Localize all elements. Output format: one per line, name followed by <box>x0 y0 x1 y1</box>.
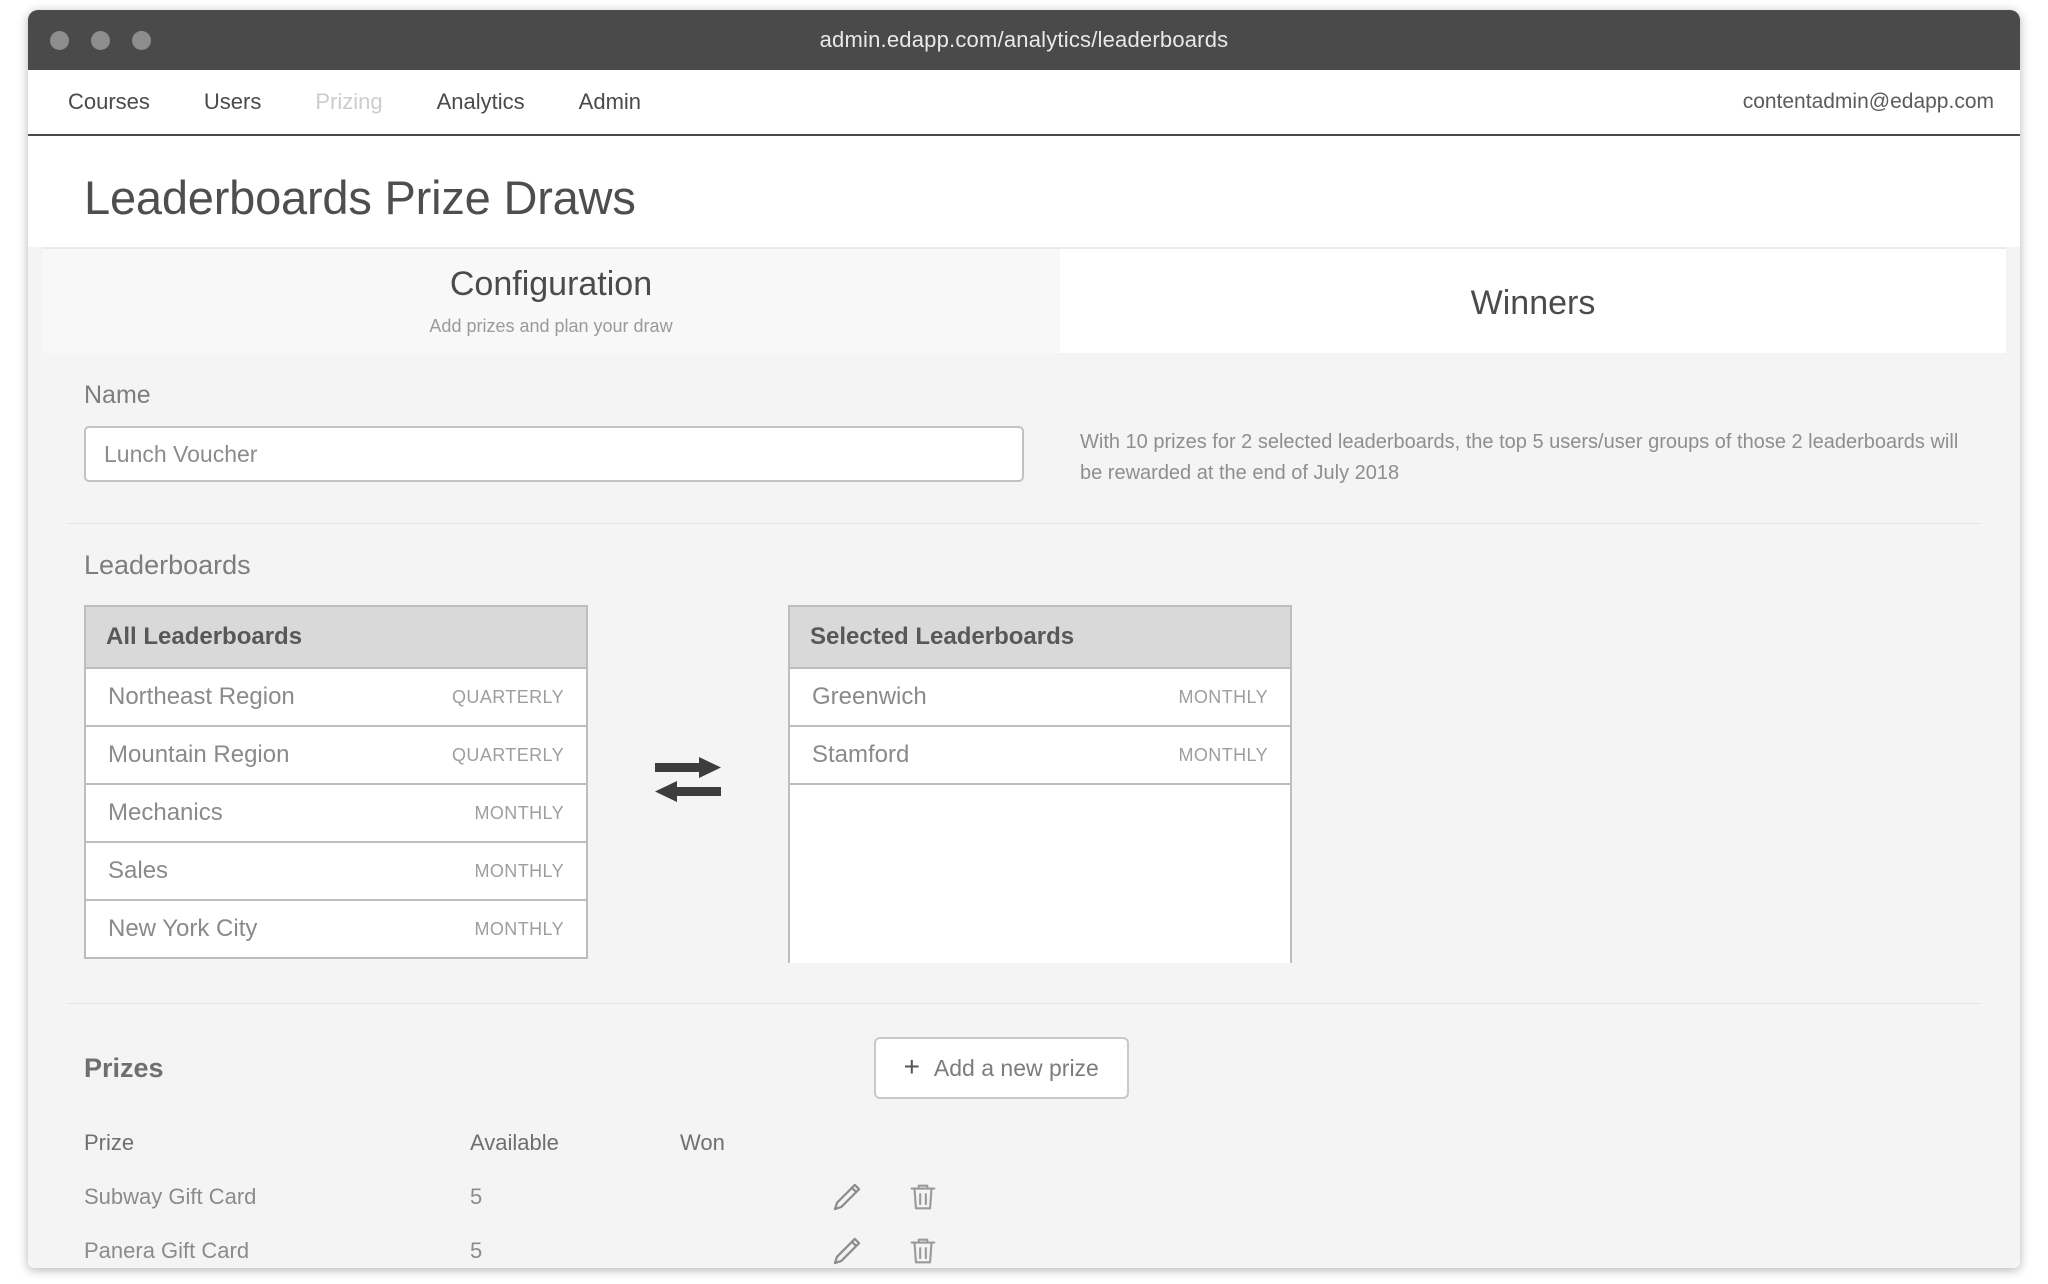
browser-title-bar: admin.edapp.com/analytics/leaderboards <box>28 10 2020 70</box>
prize-available: 5 <box>470 1184 483 1209</box>
prize-name: Subway Gift Card <box>84 1184 257 1209</box>
leaderboard-frequency: MONTHLY <box>1178 744 1268 765</box>
tab-configuration-label: Configuration <box>449 265 653 303</box>
close-button[interactable] <box>50 30 69 50</box>
nav-item-analytics[interactable]: Analytics <box>437 89 525 115</box>
all-leaderboards-header: All Leaderboards <box>86 607 586 667</box>
prizes-heading: Prizes <box>84 1052 164 1083</box>
prizes-header-row: Prizes + Add a new prize <box>84 1032 1964 1104</box>
nav-item-admin[interactable]: Admin <box>579 89 641 115</box>
tab-configuration-sublabel: Add prizes and plan your draw <box>429 316 673 336</box>
name-label: Name <box>84 381 151 409</box>
name-input[interactable] <box>84 426 1024 482</box>
window-controls <box>50 10 151 70</box>
leaderboard-frequency: QUARTERLY <box>452 686 564 707</box>
leaderboards-section: Leaderboards All Leaderboards Northeast … <box>42 524 2006 1003</box>
delete-icon[interactable] <box>906 1234 940 1268</box>
leaderboard-frequency: MONTHLY <box>1178 686 1268 707</box>
list-item[interactable]: Northeast Region QUARTERLY <box>86 667 586 725</box>
nav-links: Courses Users Prizing Analytics Admin <box>68 89 641 115</box>
edit-icon[interactable] <box>830 1234 864 1268</box>
leaderboard-name: New York City <box>108 915 258 942</box>
leaderboard-transfer-row: All Leaderboards Northeast Region QUARTE… <box>84 605 1964 963</box>
transfer-arrows-icon[interactable] <box>588 605 788 809</box>
tab-winners-label: Winners <box>1470 283 1596 322</box>
table-row: Subway Gift Card 5 <box>84 1170 1964 1224</box>
selected-leaderboards-header: Selected Leaderboards <box>790 607 1290 667</box>
table-header-row: Prize Available Won <box>84 1116 1964 1170</box>
leaderboard-frequency: MONTHLY <box>474 918 564 939</box>
edit-icon[interactable] <box>830 1180 864 1214</box>
name-section: Name With 10 prizes for 2 selected leade… <box>42 353 2006 523</box>
leaderboard-name: Stamford <box>812 741 910 768</box>
list-item[interactable]: Greenwich MONTHLY <box>790 667 1290 725</box>
add-prize-label: Add a new prize <box>933 1054 1099 1081</box>
minimize-button[interactable] <box>91 30 110 50</box>
leaderboard-name: Mechanics <box>108 799 223 826</box>
app-navigation-bar: Courses Users Prizing Analytics Admin co… <box>28 70 2020 136</box>
configuration-panel: Name With 10 prizes for 2 selected leade… <box>42 353 2006 1004</box>
list-item[interactable]: Sales MONTHLY <box>86 841 586 899</box>
name-field-group: Name <box>84 381 1024 489</box>
nav-item-users[interactable]: Users <box>204 89 261 115</box>
leaderboard-frequency: MONTHLY <box>474 860 564 881</box>
selected-leaderboards-panel: Selected Leaderboards Greenwich MONTHLY … <box>788 605 1292 963</box>
prizes-table: Prize Available Won Subway Gift Card 5 P… <box>84 1116 1964 1268</box>
leaderboard-frequency: MONTHLY <box>474 802 564 823</box>
delete-icon[interactable] <box>906 1180 940 1214</box>
leaderboard-name: Northeast Region <box>108 683 295 710</box>
leaderboard-name: Sales <box>108 857 169 884</box>
nav-item-prizing[interactable]: Prizing <box>315 89 382 115</box>
column-header-won: Won <box>680 1130 725 1155</box>
leaderboards-heading: Leaderboards <box>84 550 251 580</box>
list-item[interactable]: New York City MONTHLY <box>86 899 586 957</box>
address-bar-url[interactable]: admin.edapp.com/analytics/leaderboards <box>28 27 2020 53</box>
prizes-section: Prizes + Add a new prize Prize Available… <box>42 1004 2006 1268</box>
column-header-available: Available <box>470 1130 559 1155</box>
add-prize-button[interactable]: + Add a new prize <box>873 1037 1129 1099</box>
leaderboard-frequency: QUARTERLY <box>452 744 564 765</box>
draw-summary-text: With 10 prizes for 2 selected leaderboar… <box>1080 431 1959 484</box>
tab-winners[interactable]: Winners <box>1060 249 2006 353</box>
list-item[interactable]: Stamford MONTHLY <box>790 725 1290 783</box>
maximize-button[interactable] <box>132 30 151 50</box>
page-title: Leaderboards Prize Draws <box>28 136 2020 247</box>
list-item[interactable]: Mechanics MONTHLY <box>86 783 586 841</box>
prize-name: Panera Gift Card <box>84 1238 250 1263</box>
nav-item-courses[interactable]: Courses <box>68 89 150 115</box>
prize-available: 5 <box>470 1238 483 1263</box>
column-header-prize: Prize <box>84 1130 135 1155</box>
plus-icon: + <box>903 1051 920 1082</box>
tab-strip: Configuration Add prizes and plan your d… <box>42 247 2006 353</box>
list-item[interactable]: Mountain Region QUARTERLY <box>86 725 586 783</box>
account-email[interactable]: contentadmin@edapp.com <box>1743 90 1994 114</box>
leaderboard-name: Greenwich <box>812 683 927 710</box>
table-row: Panera Gift Card 5 <box>84 1224 1964 1268</box>
leaderboard-name: Mountain Region <box>108 741 290 768</box>
browser-window: admin.edapp.com/analytics/leaderboards C… <box>28 10 2020 1268</box>
tab-configuration[interactable]: Configuration Add prizes and plan your d… <box>42 249 1060 353</box>
all-leaderboards-panel: All Leaderboards Northeast Region QUARTE… <box>84 605 588 959</box>
page-body: Leaderboards Prize Draws Configuration A… <box>28 136 2020 1268</box>
selected-leaderboards-empty-area[interactable] <box>790 783 1290 963</box>
